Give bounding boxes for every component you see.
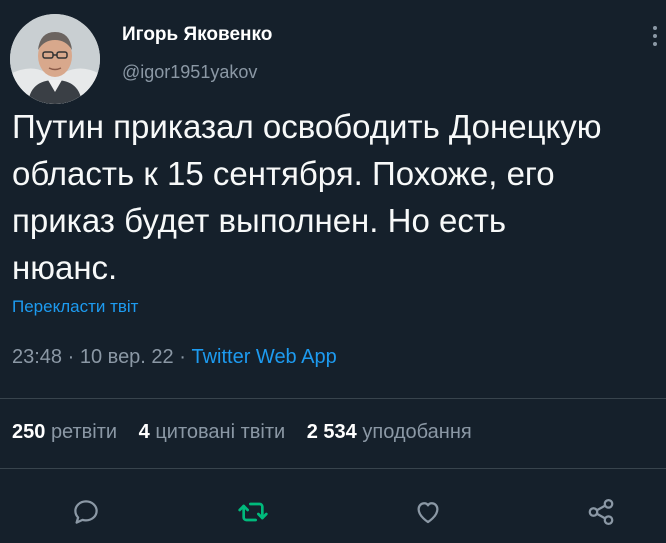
retweets-count: 250 <box>12 421 46 443</box>
author-name[interactable]: Игорь Яковенко <box>122 24 272 46</box>
reply-button[interactable] <box>68 494 104 530</box>
likes-label: уподобання <box>362 421 472 443</box>
tweet-text: Путин приказал освободить Донецкую облас… <box>12 108 602 286</box>
quotes-stat[interactable]: 4 цитовані твіти <box>139 421 286 443</box>
like-icon <box>417 502 439 524</box>
translate-tweet-link[interactable]: Перекласти твіт <box>12 297 138 317</box>
divider <box>0 468 666 469</box>
like-button[interactable] <box>410 494 446 530</box>
retweets-label: ретвіти <box>50 421 118 443</box>
tweet-stats: 250 ретвіти 4 цитовані твіти 2 534 уподо… <box>12 421 488 444</box>
tweet-meta: 23:48 · 10 вер. 22 · Twitter Web App <box>12 346 337 369</box>
tweet-source[interactable]: Twitter Web App <box>191 346 336 368</box>
avatar[interactable] <box>10 14 100 104</box>
share-button[interactable] <box>583 494 619 530</box>
retweets-stat[interactable]: 250 ретвіти <box>12 421 117 443</box>
tweet-actions <box>0 490 666 534</box>
tweet-time[interactable]: 23:48 <box>12 346 62 368</box>
meta-separator: · <box>67 346 75 368</box>
author-handle[interactable]: @igor1951yakov <box>122 62 257 83</box>
reply-icon <box>74 500 98 524</box>
more-options-icon[interactable] <box>650 26 660 50</box>
tweet-date[interactable]: 10 вер. 22 <box>80 346 174 368</box>
likes-count: 2 534 <box>306 421 357 443</box>
retweet-button[interactable] <box>235 494 271 530</box>
divider <box>0 398 666 399</box>
likes-stat[interactable]: 2 534 уподобання <box>307 421 472 443</box>
quotes-label: цитовані твіти <box>155 421 286 443</box>
share-icon <box>588 499 614 525</box>
quotes-count: 4 <box>138 421 150 443</box>
meta-separator: · <box>179 346 186 368</box>
retweet-icon <box>238 502 268 522</box>
